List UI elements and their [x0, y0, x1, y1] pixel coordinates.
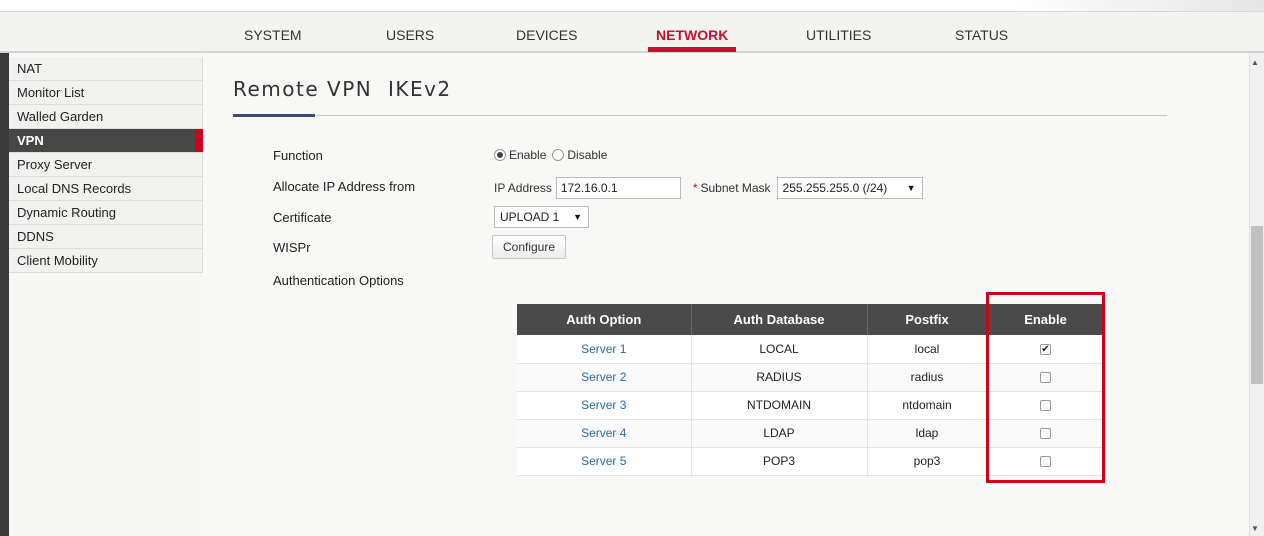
- certificate-label: Certificate: [273, 210, 332, 225]
- sidebar-item-walled-garden[interactable]: Walled Garden: [9, 105, 203, 129]
- ip-address-input[interactable]: 172.16.0.1: [555, 177, 681, 199]
- enable-cell: ✔: [987, 335, 1105, 364]
- enable-cell: [987, 391, 1105, 420]
- server-2-link[interactable]: Server 2: [581, 370, 626, 384]
- auth-database-cell: LDAP: [691, 419, 868, 448]
- enable-checkbox-server-1[interactable]: ✔: [1040, 344, 1051, 356]
- server-3-link[interactable]: Server 3: [581, 398, 626, 412]
- server-5-link[interactable]: Server 5: [581, 454, 626, 468]
- disable-radio[interactable]: [552, 149, 565, 161]
- postfix-cell: pop3: [867, 447, 988, 476]
- enable-checkbox-server-3[interactable]: [1040, 400, 1051, 412]
- configure-button[interactable]: Configure: [492, 235, 566, 259]
- tab-network[interactable]: NETWORK: [647, 12, 737, 52]
- title-divider: [233, 115, 1167, 116]
- auth-option-cell: Server 1: [517, 335, 692, 364]
- top-strip: [0, 0, 1264, 11]
- auth-database-cell: RADIUS: [691, 363, 868, 392]
- auth-option-cell: Server 3: [517, 391, 692, 420]
- sidebar-nav: NAT Monitor List Walled Garden VPN Proxy…: [9, 57, 203, 273]
- tab-users[interactable]: USERS: [386, 12, 434, 52]
- sidebar-item-ddns[interactable]: DDNS: [9, 225, 203, 249]
- auth-options-table: Auth Option Auth Database Postfix Enable…: [517, 304, 1105, 476]
- enable-checkbox-server-5[interactable]: [1040, 456, 1051, 468]
- header-enable: Enable: [987, 304, 1105, 335]
- enable-checkbox-server-4[interactable]: [1040, 428, 1051, 440]
- sidebar-item-local-dns-records[interactable]: Local DNS Records: [9, 177, 203, 201]
- enable-cell: [987, 419, 1105, 448]
- wispr-label: WISPr: [273, 240, 311, 255]
- left-edge-bar: [0, 53, 9, 536]
- auth-option-cell: Server 2: [517, 363, 692, 392]
- auth-database-cell: LOCAL: [691, 335, 868, 364]
- postfix-cell: ldap: [867, 419, 988, 448]
- page-title: Remote VPN IKEv2: [233, 77, 452, 101]
- sidebar-item-dynamic-routing[interactable]: Dynamic Routing: [9, 201, 203, 225]
- enable-cell: [987, 447, 1105, 476]
- table-row: Server 4 LDAP ldap: [517, 419, 1105, 448]
- chevron-down-icon: ▼: [906, 183, 916, 193]
- header-postfix: Postfix: [867, 304, 988, 335]
- auth-database-cell: POP3: [691, 447, 868, 476]
- table-header-row: Auth Option Auth Database Postfix Enable: [517, 304, 1105, 335]
- table-row: Server 1 LOCAL local ✔: [517, 335, 1105, 364]
- allocate-ip-label: Allocate IP Address from: [273, 179, 416, 194]
- table-row: Server 3 NTDOMAIN ntdomain: [517, 391, 1105, 420]
- disable-radio-label: Disable: [567, 148, 608, 162]
- server-4-link[interactable]: Server 4: [581, 426, 626, 440]
- sidebar-item-proxy-server[interactable]: Proxy Server: [9, 153, 203, 177]
- function-label: Function: [273, 148, 323, 163]
- certificate-row: UPLOAD 1 ▼: [494, 206, 589, 228]
- scroll-down-icon[interactable]: ▼: [1251, 524, 1259, 533]
- table-row: Server 2 RADIUS radius: [517, 363, 1105, 392]
- scrollbar-thumb[interactable]: [1251, 226, 1263, 384]
- header-auth-database: Auth Database: [691, 304, 868, 335]
- tab-utilities[interactable]: UTILITIES: [806, 12, 871, 52]
- tab-system[interactable]: SYSTEM: [244, 12, 302, 52]
- tab-status[interactable]: STATUS: [955, 12, 1008, 52]
- title-accent-bar: [233, 114, 315, 117]
- enable-radio[interactable]: [494, 149, 506, 161]
- function-radio-group: Enable Disable: [494, 148, 613, 162]
- subnet-mask-value: 255.255.255.0 (/24): [782, 181, 888, 195]
- chevron-down-icon: ▼: [573, 212, 582, 222]
- auth-option-cell: Server 5: [517, 447, 692, 476]
- subnet-mask-label: Subnet Mask: [700, 181, 771, 195]
- sidebar-item-client-mobility[interactable]: Client Mobility: [9, 249, 203, 273]
- certificate-value: UPLOAD 1: [500, 210, 560, 224]
- auth-database-cell: NTDOMAIN: [691, 391, 868, 420]
- subnet-mask-select[interactable]: 255.255.255.0 (/24) ▼: [776, 177, 923, 199]
- main-content: Remote VPN IKEv2 Function Enable Disable…: [203, 53, 1249, 536]
- enable-checkbox-server-2[interactable]: [1040, 372, 1051, 384]
- scroll-up-icon[interactable]: ▲: [1251, 58, 1259, 67]
- tab-devices[interactable]: DEVICES: [516, 12, 577, 52]
- sidebar-item-monitor-list[interactable]: Monitor List: [9, 81, 203, 105]
- auth-option-cell: Server 4: [517, 419, 692, 448]
- ip-allocation-row: IP Address 172.16.0.1 * Subnet Mask 255.…: [494, 177, 923, 199]
- enable-radio-label: Enable: [509, 148, 547, 162]
- main-navbar: SYSTEM USERS DEVICES NETWORK UTILITIES S…: [0, 11, 1264, 53]
- enable-cell: [987, 363, 1105, 392]
- header-auth-option: Auth Option: [517, 304, 692, 335]
- required-marker: *: [692, 181, 698, 195]
- postfix-cell: ntdomain: [867, 391, 988, 420]
- sidebar-item-nat[interactable]: NAT: [9, 57, 203, 81]
- table-row: Server 5 POP3 pop3: [517, 447, 1105, 476]
- ip-address-label: IP Address: [494, 181, 552, 195]
- postfix-cell: local: [867, 335, 988, 364]
- postfix-cell: radius: [867, 363, 988, 392]
- sidebar-item-vpn[interactable]: VPN: [9, 129, 203, 153]
- server-1-link[interactable]: Server 1: [581, 342, 626, 356]
- auth-options-label: Authentication Options: [273, 273, 404, 288]
- certificate-select[interactable]: UPLOAD 1 ▼: [494, 206, 589, 228]
- top-strip-shade: [1004, 0, 1264, 11]
